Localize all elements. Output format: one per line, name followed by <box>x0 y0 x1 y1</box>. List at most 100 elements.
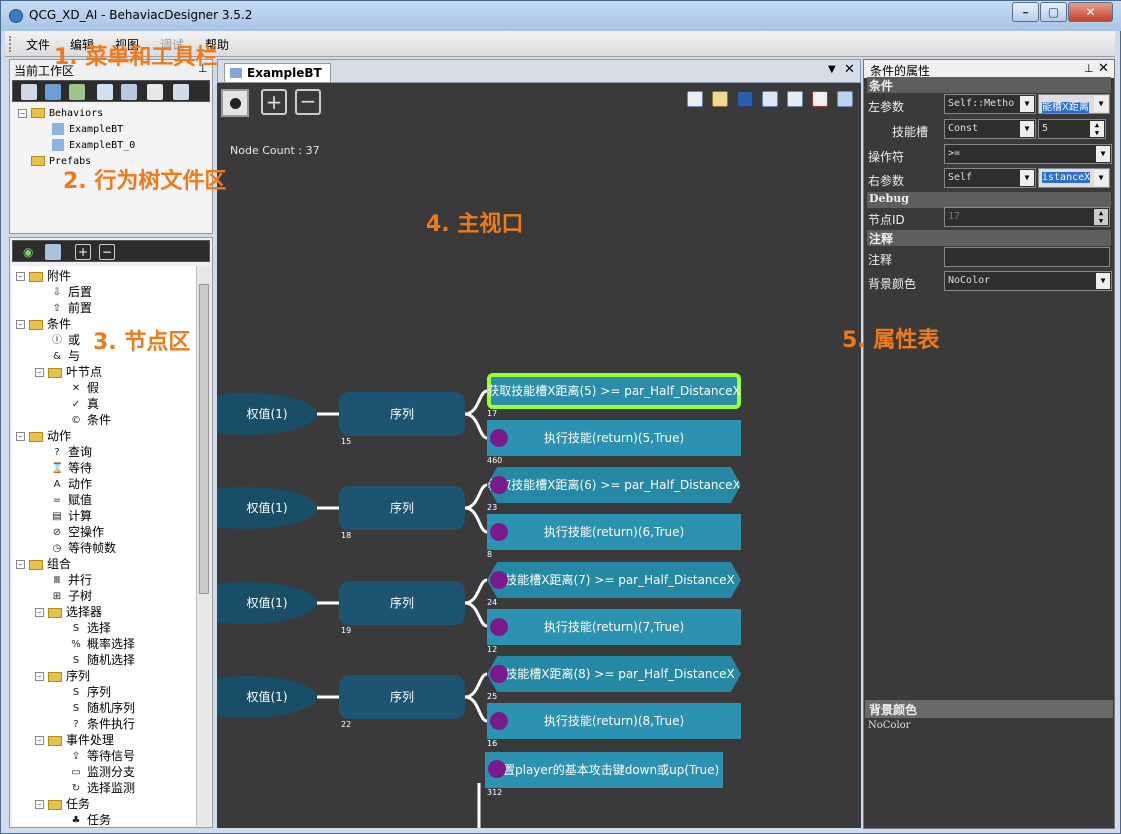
add-file-icon[interactable] <box>69 84 85 100</box>
node-tree-item[interactable]: ▤ 计算 <box>51 508 92 524</box>
node-tree-item[interactable]: – 任务 <box>35 796 90 812</box>
node-tree-item[interactable]: ? 查询 <box>51 444 92 460</box>
menu-file[interactable]: 文件 <box>26 36 50 53</box>
node-tree-item[interactable]: S 选择 <box>70 620 111 636</box>
operator-select[interactable]: >= ▼ <box>944 144 1112 164</box>
node-tree-item[interactable]: – 事件处理 <box>35 732 114 748</box>
tree-icon <box>230 68 242 78</box>
node-tree-item[interactable]: = 赋值 <box>51 492 92 508</box>
condition-node[interactable]: 获取技能槽X距离(6) >= par_Half_DistanceX <box>487 467 741 503</box>
pin-icon[interactable]: ⊥ <box>1084 62 1094 75</box>
condition-node[interactable]: 取技能槽X距离(8) >= par_Half_DistanceX <box>487 656 741 692</box>
action-node[interactable]: 执行技能(return)(5,True) <box>487 420 741 456</box>
node-id: 312 <box>487 788 503 797</box>
tab-close-icon[interactable]: ✕ <box>844 62 855 77</box>
sequence-node[interactable]: 序列 <box>339 486 465 530</box>
node-tree-item[interactable]: – 组合 <box>16 556 71 572</box>
node-tree-item[interactable]: Ⅲ 并行 <box>51 572 92 588</box>
new-folder-icon[interactable] <box>173 84 189 100</box>
node-tree-item[interactable]: ◷ 等待帧数 <box>51 540 116 556</box>
node-tree-item[interactable]: – 选择器 <box>35 604 102 620</box>
workspace-panel: 当前工作区 ⊥ – Behaviors ExampleBT ExampleBT_0… <box>9 59 213 234</box>
scroll-thumb[interactable] <box>199 284 209 594</box>
new-behavior-icon[interactable] <box>147 84 163 100</box>
new-workspace-icon[interactable] <box>45 84 61 100</box>
left-param-select[interactable]: Self::Metho ▼ <box>944 94 1036 114</box>
close-button[interactable]: ✕ <box>1068 2 1113 22</box>
maximize-button[interactable]: ▢ <box>1040 2 1067 22</box>
bg-color-select[interactable]: NoColor ▼ <box>944 271 1112 291</box>
minimize-button[interactable]: – <box>1012 2 1039 22</box>
refresh-icon[interactable] <box>97 84 113 100</box>
node-tree-item[interactable]: ? 条件执行 <box>70 716 135 732</box>
node-tree-item[interactable]: ⇧ 前置 <box>51 300 92 316</box>
node-tree-item[interactable]: ↻ 选择监测 <box>70 780 135 796</box>
tree-file-examplebt-0[interactable]: ExampleBT_0 <box>52 138 135 154</box>
node-tree-item[interactable]: S 随机选择 <box>70 652 135 668</box>
collapse-all-icon[interactable]: − <box>99 244 115 260</box>
action-node-attack[interactable]: 置player的基本攻击键down或up(True) <box>485 752 723 788</box>
node-id: 460 <box>487 456 503 465</box>
expand-all-icon[interactable]: + <box>75 244 91 260</box>
sequence-node[interactable]: 序列 <box>339 675 465 719</box>
node-tree-item[interactable]: ▭ 监测分支 <box>70 764 135 780</box>
node-tree-item[interactable]: – 序列 <box>35 668 90 684</box>
node-tree-item[interactable]: – 附件 <box>16 268 71 284</box>
node-type-icon: = <box>52 494 62 506</box>
workspace-toolbar <box>12 80 210 102</box>
node-id: 8 <box>487 550 493 559</box>
node-tree-item[interactable]: ⊞ 子树 <box>51 588 92 604</box>
section-condition: 条件 <box>867 77 1111 93</box>
node-tree-item[interactable]: ✕ 假 <box>70 380 99 396</box>
close-icon[interactable]: ✕ <box>1098 61 1109 76</box>
node-tree-item[interactable]: S 序列 <box>70 684 111 700</box>
node-id: 17 <box>487 409 498 418</box>
annotation-main: 4. 主视口 <box>426 212 524 237</box>
node-tree-item[interactable]: – 条件 <box>16 316 71 332</box>
tab-dropdown-icon[interactable]: ▼ <box>828 64 836 75</box>
main-viewport[interactable]: + − Node Count : 37 权值(1) 序列 15 获取技能槽X距离(5)… <box>217 83 861 828</box>
action-node[interactable]: 执行技能(return)(6,True) <box>487 514 741 550</box>
node-tree-item[interactable]: ⇩ 后置 <box>51 284 92 300</box>
eye-icon[interactable]: ◉ <box>23 244 39 260</box>
condition-node[interactable]: 获取技能槽X距离(5) >= par_Half_DistanceX <box>487 373 741 409</box>
node-tree-item[interactable]: % 概率选择 <box>70 636 135 652</box>
node-tree-item[interactable]: S 随机序列 <box>70 700 135 716</box>
comment-input[interactable] <box>944 247 1110 267</box>
node-tree-item[interactable]: © 条件 <box>70 412 111 428</box>
open-workspace-icon[interactable] <box>21 84 37 100</box>
tree-folder-behaviors[interactable]: – Behaviors <box>18 106 103 122</box>
node-tree-item[interactable]: ⊘ 空操作 <box>51 524 104 540</box>
node-tree-item[interactable]: ✓ 真 <box>70 396 99 412</box>
export-icon[interactable] <box>121 84 137 100</box>
right-param-prop-select[interactable]: istanceX ▼ <box>1038 168 1110 188</box>
node-id-input[interactable]: 17 ▲ ▼ <box>944 207 1110 227</box>
skill-slot-type-select[interactable]: Const ▼ <box>944 119 1036 139</box>
node-type-icon: ⊞ <box>52 590 62 602</box>
sequence-node[interactable]: 序列 <box>339 581 465 625</box>
skill-slot-value-input[interactable]: 5 ▲ ▼ <box>1038 119 1106 139</box>
grid-icon[interactable] <box>45 244 61 260</box>
condition-node-dot <box>490 476 508 494</box>
app-window: QCG_XD_AI - BehaviacDesigner 3.5.2 – ▢ ✕… <box>0 0 1121 834</box>
left-param-method-select[interactable]: 能槽X距离 ▼ <box>1038 94 1110 114</box>
node-tree-item[interactable]: A 动作 <box>51 476 92 492</box>
sequence-node[interactable]: 序列 <box>339 392 465 436</box>
node-tree-item[interactable]: & 与 <box>51 348 80 364</box>
action-node[interactable]: 执行技能(return)(8,True) <box>487 703 741 739</box>
node-tree-item[interactable]: – 叶节点 <box>35 364 102 380</box>
annotation-nodes: 3. 节点区 <box>93 330 191 355</box>
action-node[interactable]: 执行技能(return)(7,True) <box>487 609 741 645</box>
node-tree-item[interactable]: ⌛ 等待 <box>51 460 92 476</box>
node-type-icon: ◷ <box>52 542 62 554</box>
tab-examplebt[interactable]: ExampleBT <box>224 63 331 83</box>
tree-file-examplebt[interactable]: ExampleBT <box>52 122 123 138</box>
node-tree-scrollbar[interactable] <box>196 266 211 826</box>
node-tree-item[interactable]: ⇪ 等待信号 <box>70 748 135 764</box>
right-param-select[interactable]: Self ▼ <box>944 168 1036 188</box>
condition-node[interactable]: 取技能槽X距离(7) >= par_Half_DistanceX <box>487 562 741 598</box>
node-tree-item[interactable]: – 动作 <box>16 428 71 444</box>
node-tree-item[interactable]: ♣ 任务 <box>70 812 112 826</box>
node-tree-item[interactable]: Ⓘ 或 <box>51 332 80 348</box>
annotation-props: 5. 属性表 <box>842 328 940 353</box>
